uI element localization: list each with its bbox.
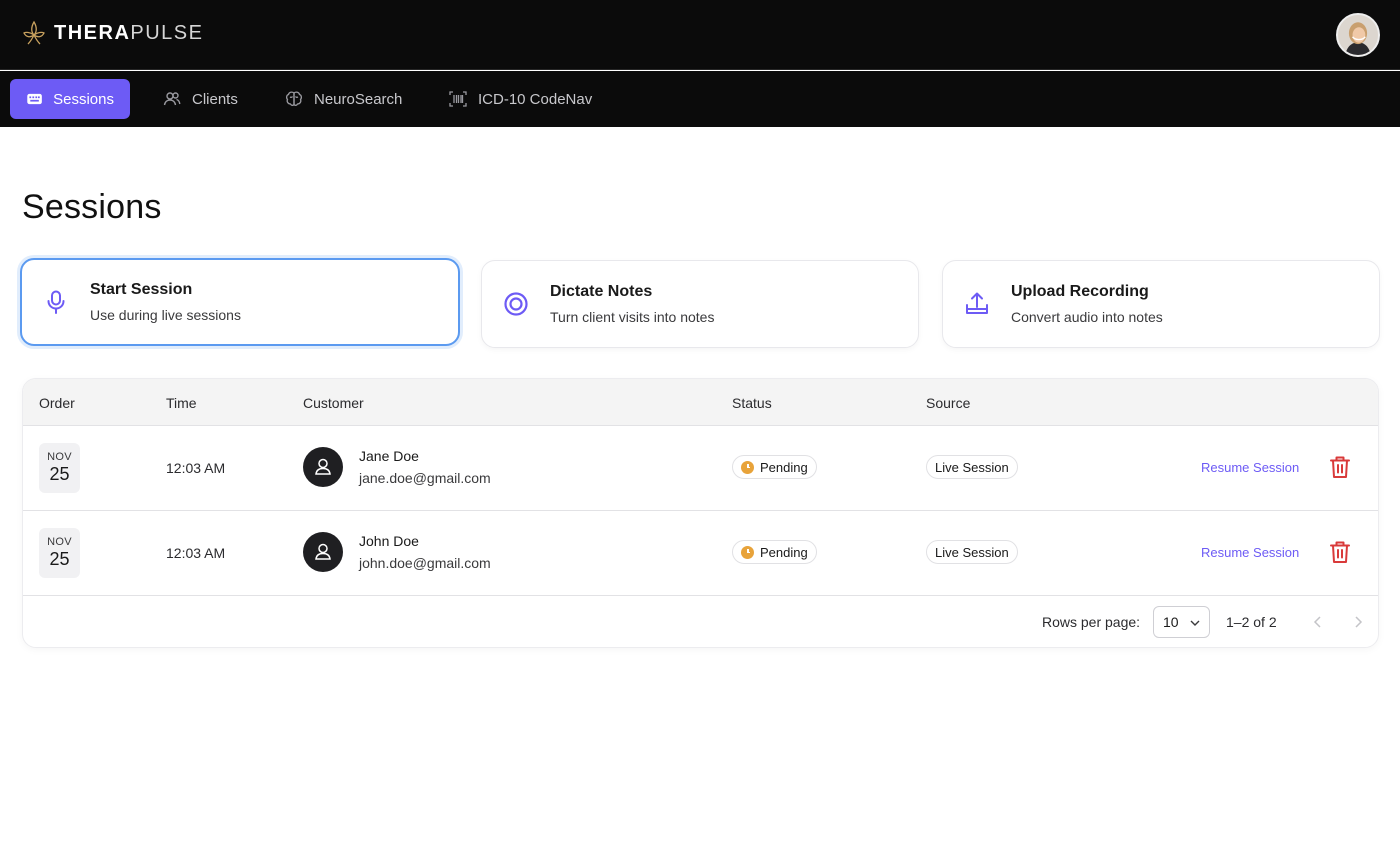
brand-name: THERAPULSE xyxy=(54,22,203,45)
main-nav: Sessions Clients NeuroSearch ICD-10 Code… xyxy=(0,71,1400,127)
status-text: Pending xyxy=(760,544,808,560)
session-time: 12:03 AM xyxy=(166,545,226,561)
table-row[interactable]: NOV 25 12:03 AM John Doe john.doe@gmail.… xyxy=(23,511,1378,596)
source-badge: Live Session xyxy=(926,540,1018,564)
page-title: Sessions xyxy=(22,188,162,226)
resume-session-link[interactable]: Resume Session xyxy=(1201,545,1299,560)
header-time[interactable]: Time xyxy=(166,395,197,411)
customer-email: jane.doe@gmail.com xyxy=(359,470,491,486)
next-page-button[interactable] xyxy=(1347,611,1369,633)
session-time: 12:03 AM xyxy=(166,460,226,476)
trash-icon xyxy=(1330,456,1350,478)
person-icon xyxy=(315,543,331,560)
brain-icon xyxy=(285,91,303,106)
upload-recording-title: Upload Recording xyxy=(1011,283,1149,300)
chevron-down-icon xyxy=(1190,620,1200,626)
header-order[interactable]: Order xyxy=(39,395,75,411)
clock-icon xyxy=(741,460,754,474)
date-chip: NOV 25 xyxy=(39,443,80,493)
start-session-text: Start Session Use during live sessions xyxy=(90,281,241,323)
table-header: Order Time Customer Status Source xyxy=(23,379,1378,426)
person-icon xyxy=(315,458,331,475)
rows-per-page-label: Rows per page: xyxy=(1042,614,1141,630)
source-badge: Live Session xyxy=(926,455,1018,479)
record-icon xyxy=(504,292,528,316)
upload-icon xyxy=(966,292,988,314)
barcode-icon xyxy=(449,91,467,107)
resume-session-link[interactable]: Resume Session xyxy=(1201,460,1299,475)
date-day: 25 xyxy=(49,464,70,484)
customer-name: Jane Doe xyxy=(359,448,419,464)
status-badge: Pending xyxy=(732,455,817,479)
date-month: NOV xyxy=(47,451,72,463)
delete-button[interactable] xyxy=(1327,539,1353,565)
chevron-left-icon xyxy=(1313,616,1321,628)
delete-button[interactable] xyxy=(1327,454,1353,480)
chevron-right-icon xyxy=(1355,616,1363,628)
customer-avatar xyxy=(303,447,343,487)
clock-icon xyxy=(741,545,754,559)
user-photo-icon xyxy=(1338,15,1378,55)
tab-clients-label: Clients xyxy=(192,90,238,108)
status-text: Pending xyxy=(760,459,808,475)
previous-page-button[interactable] xyxy=(1307,611,1329,633)
upload-recording-text: Upload Recording Convert audio into note… xyxy=(1011,283,1163,325)
start-session-card[interactable]: Start Session Use during live sessions xyxy=(20,258,460,346)
header-customer[interactable]: Customer xyxy=(303,395,364,411)
status-badge: Pending xyxy=(732,540,817,564)
tab-sessions-label: Sessions xyxy=(53,90,114,108)
dictate-notes-title: Dictate Notes xyxy=(550,283,653,300)
customer-name: John Doe xyxy=(359,533,419,549)
date-day: 25 xyxy=(49,549,70,569)
dictate-notes-text: Dictate Notes Turn client visits into no… xyxy=(550,283,714,325)
upload-recording-card[interactable]: Upload Recording Convert audio into note… xyxy=(942,260,1380,348)
microphone-icon xyxy=(47,290,65,314)
customer-email: john.doe@gmail.com xyxy=(359,555,491,571)
lotus-logo-icon xyxy=(23,20,45,45)
trash-icon xyxy=(1330,541,1350,563)
rows-per-page-value: 10 xyxy=(1163,614,1179,630)
pagination-range: 1–2 of 2 xyxy=(1226,614,1277,630)
brand[interactable]: THERAPULSE xyxy=(22,19,203,47)
header-source[interactable]: Source xyxy=(926,395,970,411)
start-session-title: Start Session xyxy=(90,281,193,298)
upload-recording-subtitle: Convert audio into notes xyxy=(1011,309,1163,325)
clients-icon xyxy=(163,92,181,106)
sessions-icon xyxy=(27,93,42,105)
tab-clients[interactable]: Clients xyxy=(146,79,254,119)
brand-name-light: PULSE xyxy=(130,21,204,44)
brand-name-bold: THERA xyxy=(54,21,131,44)
customer-avatar xyxy=(303,532,343,572)
date-chip: NOV 25 xyxy=(39,528,80,578)
tab-icd10-codenav[interactable]: ICD-10 CodeNav xyxy=(432,79,608,119)
dictate-notes-card[interactable]: Dictate Notes Turn client visits into no… xyxy=(481,260,919,348)
tab-neurosearch-label: NeuroSearch xyxy=(314,90,403,108)
tab-neurosearch[interactable]: NeuroSearch xyxy=(268,79,418,119)
source-text: Live Session xyxy=(935,459,1009,475)
table-pagination: Rows per page: 10 1–2 of 2 xyxy=(23,596,1378,647)
top-bar: THERAPULSE xyxy=(0,0,1400,70)
date-month: NOV xyxy=(47,536,72,548)
tab-icd10-codenav-label: ICD-10 CodeNav xyxy=(478,90,593,108)
header-status[interactable]: Status xyxy=(732,395,772,411)
tab-sessions[interactable]: Sessions xyxy=(10,79,130,119)
start-session-subtitle: Use during live sessions xyxy=(90,307,241,323)
user-avatar[interactable] xyxy=(1336,13,1380,57)
dictate-notes-subtitle: Turn client visits into notes xyxy=(550,309,715,325)
sessions-table: Order Time Customer Status Source NOV 25… xyxy=(22,378,1379,648)
rows-per-page-select[interactable]: 10 xyxy=(1153,606,1210,638)
table-row[interactable]: NOV 25 12:03 AM Jane Doe jane.doe@gmail.… xyxy=(23,426,1378,511)
source-text: Live Session xyxy=(935,544,1009,560)
